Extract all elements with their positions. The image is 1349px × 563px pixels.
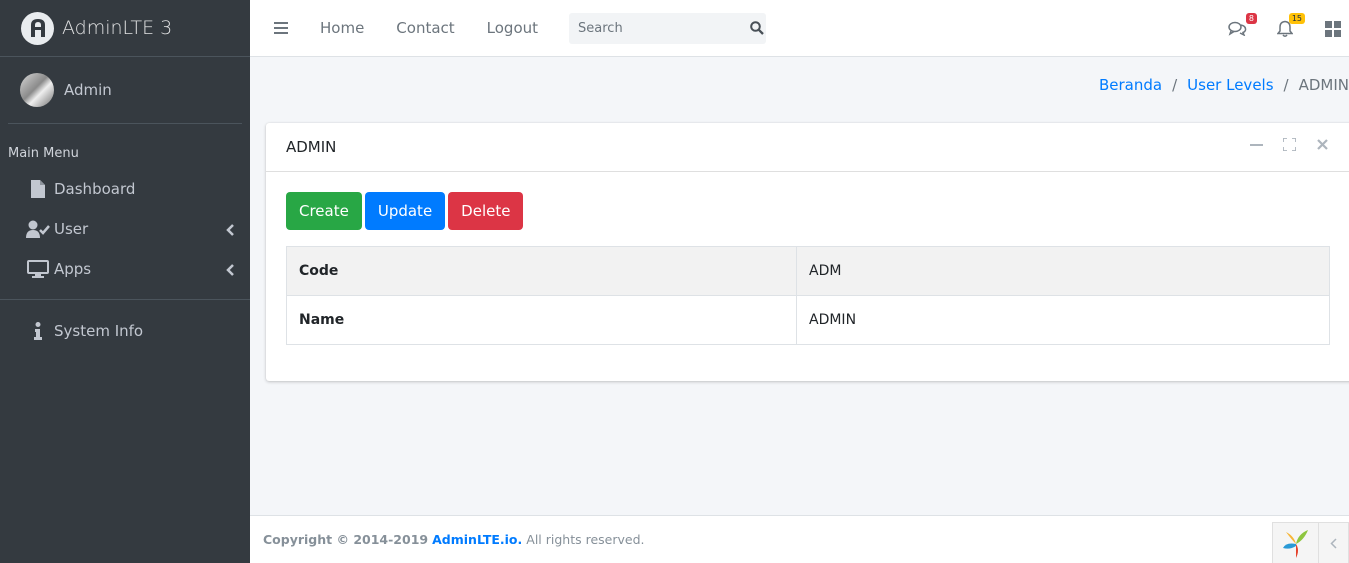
minimize-icon[interactable] <box>1249 137 1263 151</box>
sidebar-item-apps[interactable]: Apps <box>0 249 250 289</box>
top-navbar: Home Contact Logout 8 15 <box>250 0 1349 57</box>
breadcrumb: Beranda / User Levels / ADMIN <box>1099 76 1349 94</box>
chevron-left-icon[interactable] <box>1319 522 1349 563</box>
footer-brand-link[interactable]: AdminLTE.io. <box>432 532 522 547</box>
search-icon[interactable] <box>748 13 766 44</box>
card-body: Create Update Delete Code ADM Name ADMIN <box>266 172 1349 365</box>
bell-icon[interactable]: 15 <box>1275 12 1305 39</box>
info-icon <box>26 321 50 341</box>
nav-header: Main Menu <box>8 146 79 161</box>
sidebar-item-label: Dashboard <box>54 180 136 198</box>
card-header: ADMIN <box>266 123 1349 172</box>
delete-button[interactable]: Delete <box>448 192 524 230</box>
user-name[interactable]: Admin <box>64 81 112 99</box>
main-sidebar: AdminLTE 3 Admin Main Menu Dashboard Use… <box>0 0 250 563</box>
table-cell-value: ADM <box>796 246 1330 296</box>
breadcrumb-link-beranda[interactable]: Beranda <box>1099 76 1162 94</box>
sidebar-item-label: Apps <box>54 260 92 278</box>
footer-copyright: Copyright © 2014-2019 <box>263 532 429 547</box>
nav-link-logout[interactable]: Logout <box>487 19 538 37</box>
user-check-icon <box>26 219 50 239</box>
nav-link-home[interactable]: Home <box>320 19 364 37</box>
avatar <box>20 73 54 107</box>
table-cell-value: ADMIN <box>796 295 1330 345</box>
messages-badge: 8 <box>1245 12 1257 24</box>
card-title: ADMIN <box>286 138 337 156</box>
yii-debug-logo-icon[interactable] <box>1272 522 1319 563</box>
desktop-icon <box>26 259 50 279</box>
main-footer: Copyright © 2014-2019 AdminLTE.io. All r… <box>250 515 1349 563</box>
sidebar-item-label: User <box>54 220 89 238</box>
action-buttons: Create Update Delete <box>286 192 1336 230</box>
chevron-left-icon <box>226 222 236 236</box>
update-button[interactable]: Update <box>364 192 446 230</box>
detail-table: Code ADM Name ADMIN <box>286 246 1330 345</box>
brand-link[interactable]: AdminLTE 3 <box>0 0 250 57</box>
breadcrumb-link-user-levels[interactable]: User Levels <box>1187 76 1273 94</box>
search-input[interactable] <box>569 12 749 44</box>
card-tools <box>1249 137 1348 151</box>
sidebar-item-user[interactable]: User <box>0 209 250 249</box>
table-row: Name ADMIN <box>286 295 1330 345</box>
navbar-right: 8 15 <box>1199 0 1349 57</box>
sidebar-item-label: System Info <box>54 322 144 340</box>
brand-text: AdminLTE 3 <box>62 17 173 39</box>
menu-toggle-icon[interactable] <box>274 22 288 34</box>
user-panel[interactable]: Admin <box>8 57 242 124</box>
table-cell-key: Code <box>286 246 797 296</box>
chevron-left-icon <box>226 262 236 276</box>
table-cell-key: Name <box>286 295 797 345</box>
maximize-icon[interactable] <box>1282 137 1296 151</box>
breadcrumb-separator: / <box>1283 76 1289 94</box>
breadcrumb-separator: / <box>1172 76 1178 94</box>
comments-icon[interactable]: 8 <box>1227 12 1257 39</box>
sidebar-item-system-info[interactable]: System Info <box>0 311 250 351</box>
create-button[interactable]: Create <box>286 192 362 230</box>
sidebar-divider <box>0 299 250 300</box>
breadcrumb-active: ADMIN <box>1298 76 1349 94</box>
detail-card: ADMIN Create Update Delete Code ADM Name… <box>266 123 1349 381</box>
footer-rights: All rights reserved. <box>526 532 645 547</box>
nav-link-contact[interactable]: Contact <box>396 19 454 37</box>
adminlte-logo-icon <box>21 11 54 45</box>
file-icon <box>26 179 50 199</box>
table-row: Code ADM <box>286 246 1330 296</box>
sidebar-item-dashboard[interactable]: Dashboard <box>0 169 250 209</box>
grid-icon[interactable] <box>1323 19 1343 39</box>
notifications-badge: 15 <box>1288 12 1305 24</box>
close-icon[interactable] <box>1315 137 1329 151</box>
navbar-search <box>569 12 767 44</box>
